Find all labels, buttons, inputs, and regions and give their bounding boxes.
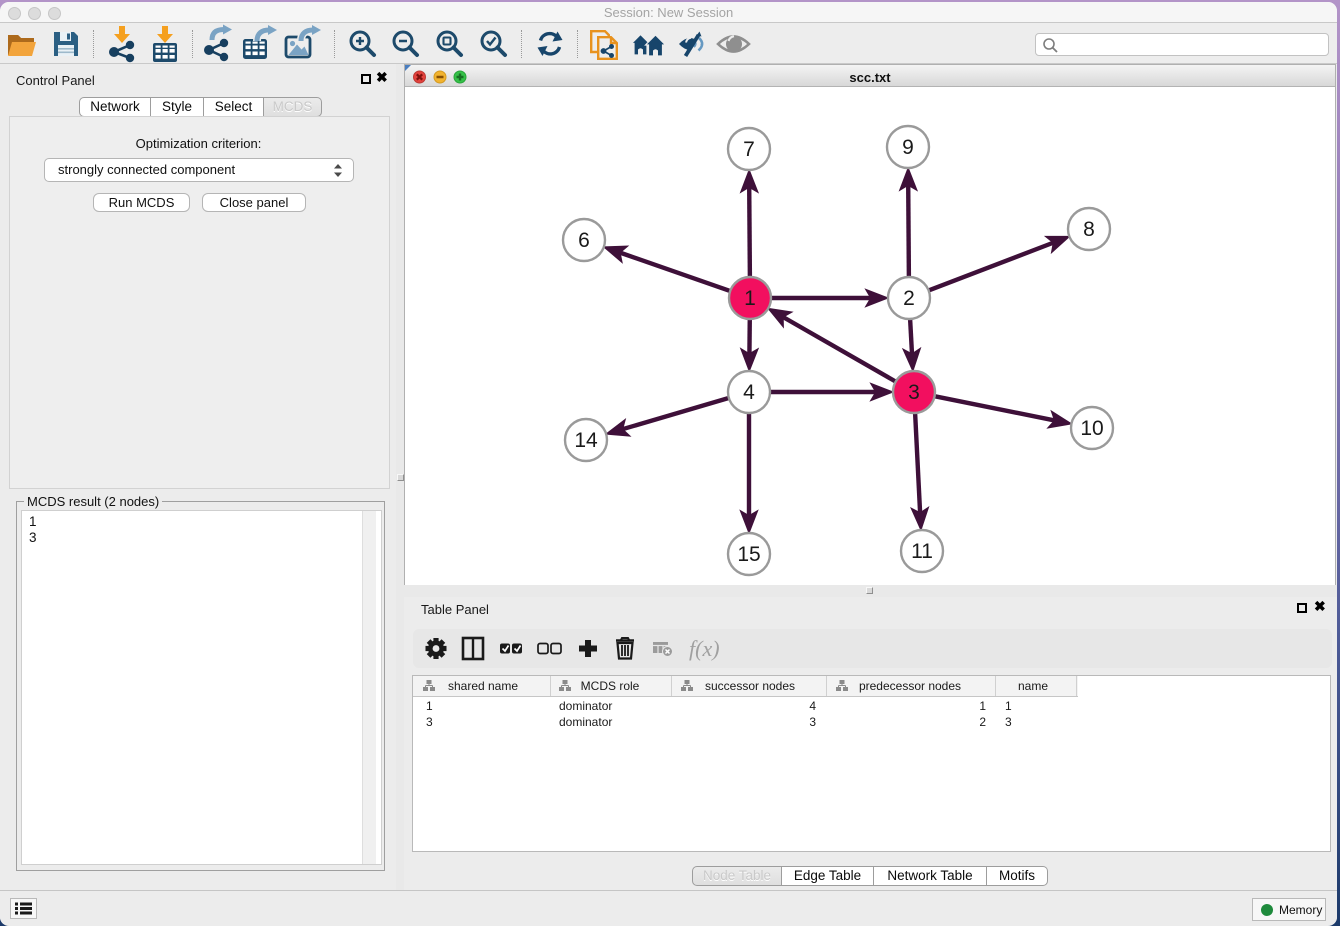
svg-text:MCDS role: MCDS role [581,679,640,693]
svg-text:shared name: shared name [448,679,518,693]
svg-text:dominator: dominator [559,699,612,713]
svg-text:7: 7 [743,138,755,161]
svg-text:name: name [1018,679,1048,693]
svg-text:6: 6 [578,229,590,252]
svg-text:3: 3 [426,715,433,729]
svg-text:3: 3 [1005,715,1012,729]
svg-text:f(x): f(x) [689,636,720,661]
svg-text:predecessor nodes: predecessor nodes [859,679,961,693]
svg-text:dominator: dominator [559,715,612,729]
svg-text:1: 1 [1005,699,1012,713]
svg-text:1: 1 [979,699,986,713]
svg-text:8: 8 [1083,218,1095,241]
svg-text:4: 4 [809,699,816,713]
svg-text:11: 11 [911,540,933,563]
svg-text:3: 3 [809,715,816,729]
svg-text:9: 9 [902,136,914,159]
svg-text:1: 1 [744,287,756,310]
svg-text:4: 4 [743,381,755,404]
svg-text:14: 14 [574,429,598,452]
svg-text:1: 1 [426,699,433,713]
svg-text:successor nodes: successor nodes [705,679,795,693]
svg-text:2: 2 [979,715,986,729]
svg-text:10: 10 [1080,417,1103,440]
svg-text:2: 2 [903,287,915,310]
svg-text:3: 3 [908,381,920,404]
svg-text:15: 15 [737,543,760,566]
